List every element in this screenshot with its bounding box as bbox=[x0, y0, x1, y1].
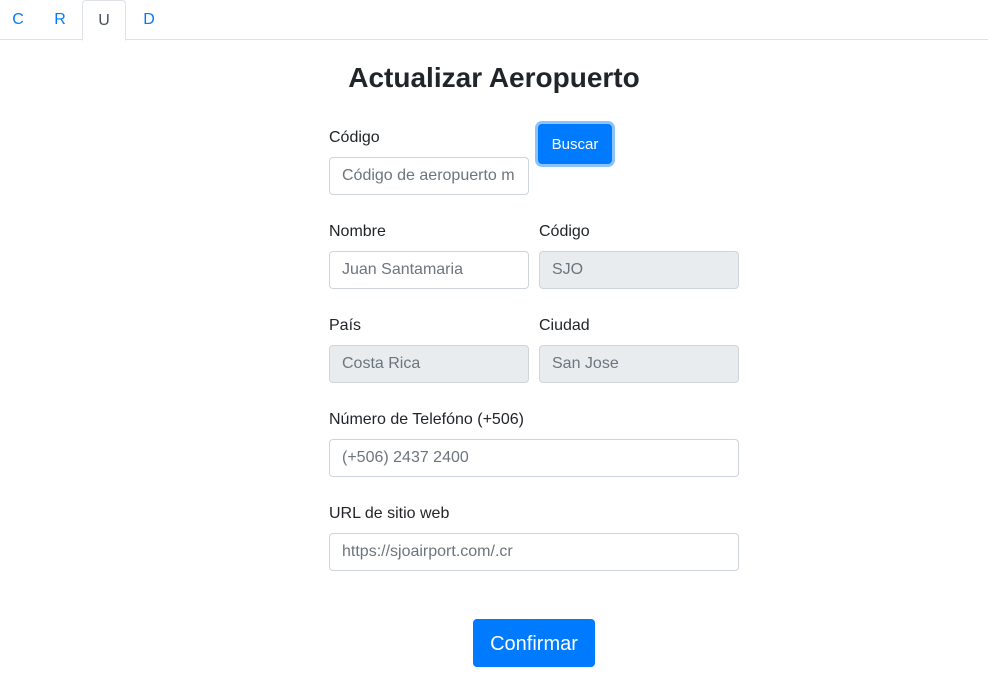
url-label: URL de sitio web bbox=[329, 505, 450, 522]
nombre-label: Nombre bbox=[329, 223, 386, 240]
page-title: Actualizar Aeropuerto bbox=[348, 62, 640, 93]
tab-create[interactable]: C bbox=[0, 0, 36, 41]
search-code-input[interactable] bbox=[329, 157, 529, 195]
pais-input bbox=[329, 345, 529, 383]
tab-read[interactable]: R bbox=[41, 0, 79, 41]
url-input[interactable] bbox=[329, 533, 739, 571]
pais-label: País bbox=[329, 317, 362, 334]
codigo-input bbox=[539, 251, 739, 289]
telefono-input[interactable] bbox=[329, 439, 739, 477]
tab-update[interactable]: U bbox=[82, 0, 126, 41]
nombre-input[interactable] bbox=[329, 251, 529, 289]
codigo-label: Código bbox=[539, 223, 590, 240]
telefono-label: Número de Telefóno (+506) bbox=[329, 411, 524, 428]
ciudad-label: Ciudad bbox=[539, 317, 590, 334]
ciudad-input bbox=[539, 345, 739, 383]
crud-tabs: C R U D bbox=[0, 0, 988, 41]
search-code-label: Código bbox=[329, 129, 380, 146]
search-button[interactable]: Buscar bbox=[538, 124, 612, 164]
confirm-button[interactable]: Confirmar bbox=[473, 619, 595, 667]
tab-delete[interactable]: D bbox=[130, 0, 168, 41]
